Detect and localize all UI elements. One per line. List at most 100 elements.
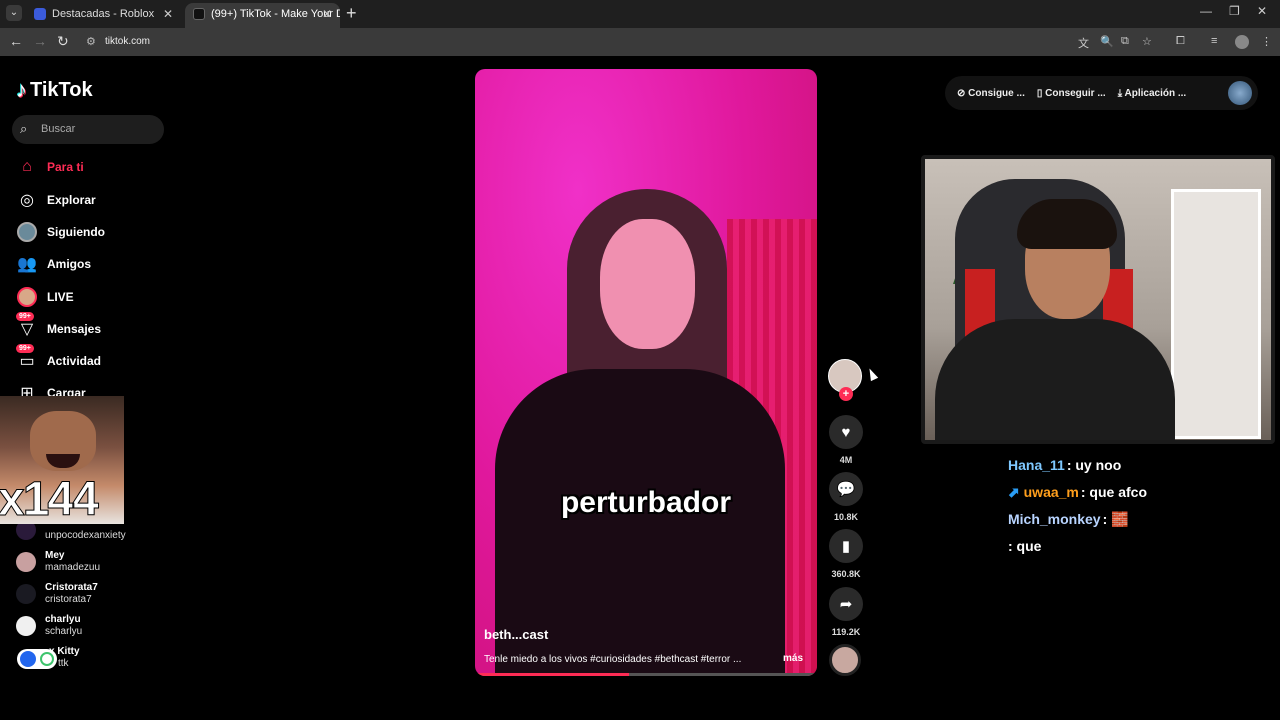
back-icon[interactable]: ← bbox=[9, 33, 23, 49]
reload-icon[interactable]: ↻ bbox=[57, 33, 69, 50]
friends-icon: 👥 bbox=[17, 256, 37, 273]
tiktok-logo[interactable]: ♪ TikTok bbox=[16, 77, 93, 103]
share-button[interactable]: ➦ 119.2K bbox=[828, 587, 864, 637]
nav-item-mensajes[interactable]: ▽ 99+ Mensajes bbox=[16, 312, 102, 341]
like-button[interactable]: ♥ 4M bbox=[828, 415, 864, 465]
tiktok-note-icon: ♪ bbox=[16, 77, 27, 102]
comment-icon: 💬 bbox=[829, 472, 863, 506]
zoom-icon[interactable]: 🔍 bbox=[1100, 35, 1114, 48]
following-name: Cristorata7 bbox=[45, 582, 98, 593]
chat-text: : que bbox=[1008, 538, 1042, 554]
get-app-button[interactable]: ▯ Conseguir ... bbox=[1037, 88, 1106, 99]
emote-count: x144 bbox=[0, 473, 99, 525]
tiktok-favicon-icon bbox=[193, 8, 205, 20]
search-input[interactable]: ⌕ Buscar bbox=[12, 115, 164, 144]
tab-search-button[interactable]: ⌄ bbox=[6, 5, 22, 21]
close-window-icon[interactable]: ✕ bbox=[1257, 4, 1267, 18]
bookmark-star-icon[interactable]: ☆ bbox=[1142, 35, 1152, 48]
chat-user: Hana_11 bbox=[1008, 457, 1065, 473]
chat-message: : que bbox=[1008, 537, 1278, 564]
nav-label: Explorar bbox=[47, 193, 96, 207]
following-item[interactable]: Mey mamadezuu bbox=[16, 550, 166, 580]
nav-item-live[interactable]: LIVE bbox=[16, 285, 74, 309]
webcam-person-body bbox=[935, 319, 1175, 440]
coins-button[interactable]: ⊘ Consigue ... bbox=[957, 88, 1025, 99]
restore-icon[interactable]: ❐ bbox=[1229, 4, 1240, 18]
nav-label: Actividad bbox=[47, 354, 102, 368]
more-button[interactable]: más bbox=[783, 653, 803, 664]
like-count: 4M bbox=[839, 455, 853, 465]
chat-text: : 🧱 bbox=[1102, 511, 1129, 527]
video-subject-face bbox=[600, 219, 695, 349]
following-handle: unpocodexanxiety bbox=[45, 530, 126, 541]
save-button[interactable]: ▮ 360.8K bbox=[828, 529, 864, 579]
install-icon[interactable]: ⧉ bbox=[1121, 35, 1129, 48]
following-name: Mey bbox=[45, 550, 65, 561]
tab-tiktok[interactable]: (99+) TikTok - Make Your Day ✕ bbox=[185, 3, 340, 28]
save-count: 360.8K bbox=[831, 569, 861, 579]
app-label: Aplicación ... bbox=[1124, 87, 1187, 99]
address-bar[interactable]: ⚙ tiktok.com bbox=[80, 30, 1110, 54]
top-right-actions: ⊘ Consigue ... ▯ Conseguir ... ⤓ Aplicac… bbox=[945, 76, 1258, 110]
chat-user: Mich_monkey bbox=[1008, 511, 1101, 527]
mouse-cursor bbox=[865, 366, 879, 382]
nav-item-actividad[interactable]: ▭ 99+ Actividad bbox=[16, 344, 102, 373]
following-handle: mamadezuu bbox=[45, 562, 101, 573]
app-download-button[interactable]: ⤓ Aplicación ... bbox=[1118, 88, 1187, 99]
new-tab-button[interactable]: + bbox=[346, 3, 357, 24]
coins-label: Consigue ... bbox=[968, 87, 1025, 99]
messages-icon: ▽ 99+ bbox=[16, 312, 38, 340]
nav-item-para-ti[interactable]: ⌂ Para ti bbox=[16, 155, 84, 179]
profile-avatar[interactable] bbox=[1235, 35, 1249, 49]
comment-button[interactable]: 💬 10.8K bbox=[828, 472, 864, 522]
music-disc[interactable] bbox=[829, 644, 861, 676]
following-item[interactable]: Cristorata7 cristorata7 bbox=[16, 582, 166, 612]
chat-message: Mich_monkey: 🧱 bbox=[1008, 510, 1278, 537]
bookmark-icon: ▮ bbox=[829, 529, 863, 563]
following-item[interactable]: charlyu scharlyu bbox=[16, 614, 166, 644]
site-info-icon[interactable]: ⚙ bbox=[86, 35, 96, 48]
webcam-shelf bbox=[1171, 189, 1261, 439]
video-player[interactable]: perturbador beth...cast Tenle miedo a lo… bbox=[475, 69, 817, 676]
following-name: charlyu bbox=[45, 614, 81, 625]
share-icon: ➦ bbox=[829, 587, 863, 621]
forward-icon[interactable]: → bbox=[33, 33, 47, 49]
minimize-icon[interactable]: — bbox=[1200, 4, 1212, 18]
chat-badge-icon: ⬈ bbox=[1008, 484, 1024, 500]
close-icon[interactable]: ✕ bbox=[322, 3, 332, 25]
video-username[interactable]: beth...cast bbox=[484, 627, 548, 642]
user-avatar[interactable] bbox=[1228, 81, 1252, 105]
browser-tabstrip: ⌄ Destacadas - Roblox ✕ (99+) TikTok - M… bbox=[0, 0, 1280, 28]
chat-text: : que afco bbox=[1080, 484, 1147, 500]
nav-item-siguiendo[interactable]: Siguiendo bbox=[16, 220, 105, 244]
close-icon[interactable]: ✕ bbox=[163, 3, 173, 25]
chat-message: ⬈ uwaa_m: que afco bbox=[1008, 483, 1278, 510]
menu-icon[interactable]: ⋮ bbox=[1261, 35, 1272, 48]
power-icon bbox=[40, 652, 54, 666]
nav-item-explorar[interactable]: ◎ Explorar bbox=[16, 188, 96, 212]
progress-fill bbox=[475, 673, 629, 676]
webcam-person-hair bbox=[1017, 199, 1117, 249]
stream-emote-overlay: x144 bbox=[0, 396, 124, 524]
activity-icon: ▭ 99+ bbox=[16, 344, 38, 372]
creator-avatar[interactable]: + bbox=[828, 359, 862, 401]
home-icon: ⌂ bbox=[22, 158, 32, 175]
nav-label: Mensajes bbox=[47, 322, 102, 336]
media-icon[interactable]: ≡ bbox=[1211, 35, 1217, 47]
comment-count: 10.8K bbox=[833, 512, 859, 522]
video-progress-bar[interactable] bbox=[475, 673, 817, 676]
following-avatar-icon bbox=[16, 221, 38, 243]
browser-toolbar: ← → ↻ ⚙ tiktok.com 文 🔍 ⧉ ☆ ⧠ ≡ ⋮ bbox=[0, 28, 1280, 56]
notification-badge: 99+ bbox=[16, 312, 34, 321]
brand-text: TikTok bbox=[30, 78, 93, 101]
tab-roblox[interactable]: Destacadas - Roblox ✕ bbox=[26, 3, 181, 28]
translate-icon[interactable]: 文 bbox=[1078, 35, 1089, 51]
follow-plus-icon[interactable]: + bbox=[839, 387, 853, 401]
nav-item-amigos[interactable]: 👥 Amigos bbox=[16, 252, 91, 276]
avatar bbox=[16, 552, 36, 572]
nav-label: Amigos bbox=[47, 257, 92, 271]
extensions-icon[interactable]: ⧠ bbox=[1176, 35, 1185, 48]
play-icon bbox=[20, 651, 36, 667]
chat-text: : uy noo bbox=[1066, 457, 1122, 473]
heart-icon: ♥ bbox=[829, 415, 863, 449]
